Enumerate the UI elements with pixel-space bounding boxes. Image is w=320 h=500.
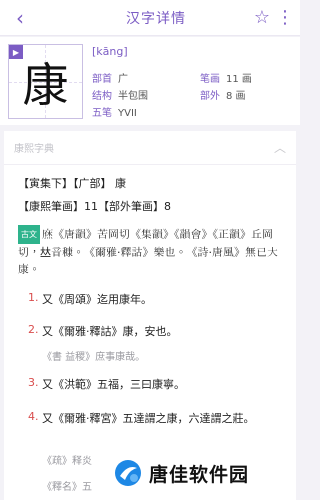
wubi-label: 五笔 bbox=[92, 108, 112, 119]
radical-field: 部首广 bbox=[92, 70, 128, 85]
definition-number: 1. bbox=[28, 291, 39, 304]
radical-label: 部首 bbox=[92, 74, 112, 85]
definition-quote: 《書 益稷》庶事康哉。 bbox=[42, 352, 146, 363]
definition-text: 又《爾雅·釋宮》五達謂之康，六達謂之莊。 bbox=[42, 412, 255, 425]
site-watermark: 唐佳软件园 bbox=[113, 455, 293, 491]
definition-number: 4. bbox=[28, 410, 39, 423]
watermark-text: 唐佳软件园 bbox=[149, 463, 250, 486]
play-audio-icon[interactable]: ▶ bbox=[9, 45, 23, 59]
definition-number: 2. bbox=[28, 323, 39, 336]
more-icon[interactable]: ⋮ bbox=[274, 0, 296, 36]
wubi-value: YVII bbox=[118, 108, 137, 119]
definition-text: 又《周頌》迄用康年。 bbox=[42, 293, 152, 306]
ancient-form-tag: 古文 bbox=[18, 225, 40, 244]
trailing-quote: 《釋名》五 bbox=[42, 482, 92, 493]
structure-label: 结构 bbox=[92, 91, 112, 102]
dictionary-header[interactable]: 康熙字典 ︿ bbox=[4, 131, 296, 165]
definition-text: 又《洪範》五福，三曰康寧。 bbox=[42, 378, 185, 391]
character-card: 康 ▶ [kāng] 部首广 笔画 11 画 结构 半包围 部外 8 画 五笔 YVII bbox=[0, 37, 300, 125]
structure-value: 半包围 bbox=[118, 91, 148, 102]
star-icon[interactable]: ☆ bbox=[250, 0, 274, 36]
strokes-field: 笔画 11 画 bbox=[200, 70, 252, 85]
back-icon[interactable]: ‹ bbox=[6, 0, 34, 36]
pinyin-label[interactable]: [kāng] bbox=[92, 45, 128, 58]
structure-field: 结构 半包围 bbox=[92, 87, 148, 102]
dictionary-line-strokes: 【康熙筆画】11【部外筆画】8 bbox=[18, 200, 171, 213]
intro-text: 𢊒《唐韻》苦岡切《集韻》《韻會》《正韻》丘岡切，𠀤音穅。《爾雅·釋詁》樂也。《詩… bbox=[18, 228, 278, 276]
character-box: 康 ▶ bbox=[8, 44, 83, 119]
dictionary-intro: 古文 𢊒《唐韻》苦岡切《集韻》《韻會》《正韻》丘岡切，𠀤音穅。《爾雅·釋詁》樂也。… bbox=[18, 225, 286, 278]
watermark-logo-icon bbox=[113, 458, 143, 488]
dictionary-line-section: 【寅集下】【广部】 康 bbox=[18, 177, 126, 190]
definition-number: 3. bbox=[28, 376, 39, 389]
dictionary-name: 康熙字典 bbox=[14, 144, 54, 155]
outside-strokes-label: 部外 bbox=[200, 91, 220, 102]
strokes-value: 11 画 bbox=[226, 74, 252, 85]
outside-strokes-value: 8 画 bbox=[226, 91, 246, 102]
page-title: 汉字详情 bbox=[126, 10, 186, 27]
collapse-chevron-icon[interactable]: ︿ bbox=[274, 139, 286, 156]
definition-quote: 《疏》释炎 bbox=[42, 456, 92, 467]
radical-value: 广 bbox=[118, 74, 128, 85]
outside-strokes-field: 部外 8 画 bbox=[200, 87, 246, 102]
wubi-field: 五笔 YVII bbox=[92, 104, 137, 119]
strokes-label: 笔画 bbox=[200, 74, 220, 85]
kangxi-dictionary-panel: 康熙字典 ︿ 【寅集下】【广部】 康 【康熙筆画】11【部外筆画】8 古文 𢊒《唐… bbox=[4, 131, 296, 500]
definition-text: 又《爾雅·釋詁》康，安也。 bbox=[42, 325, 178, 338]
top-bar: ‹ 汉字详情 ☆ ⋮ bbox=[0, 0, 300, 36]
